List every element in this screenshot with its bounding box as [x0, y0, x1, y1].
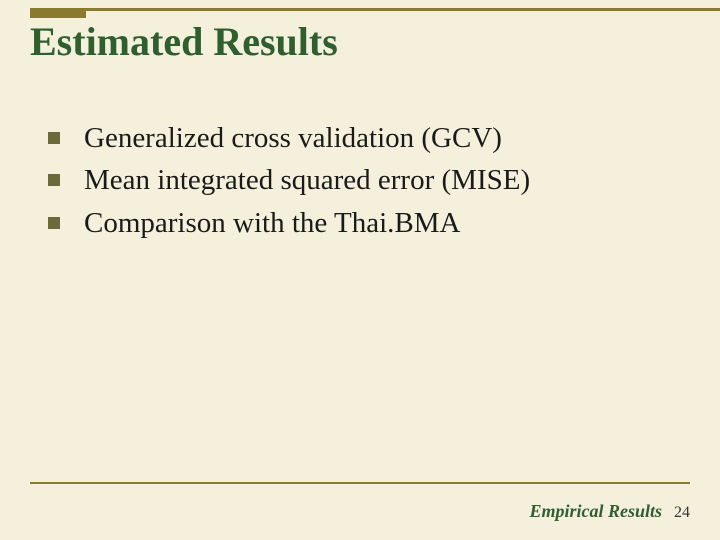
list-item: Generalized cross validation (GCV)	[48, 120, 680, 156]
square-bullet-icon	[48, 174, 60, 186]
bullet-text: Generalized cross validation (GCV)	[84, 120, 502, 156]
top-accent-block	[30, 8, 86, 18]
slide-title: Estimated Results	[30, 18, 338, 65]
slide: Estimated Results Generalized cross vali…	[0, 0, 720, 540]
square-bullet-icon	[48, 217, 60, 229]
bottom-rule	[30, 482, 690, 484]
bullet-text: Mean integrated squared error (MISE)	[84, 162, 530, 198]
list-item: Mean integrated squared error (MISE)	[48, 162, 680, 198]
bullet-text: Comparison with the Thai.BMA	[84, 205, 460, 241]
bullet-list: Generalized cross validation (GCV) Mean …	[48, 120, 680, 247]
list-item: Comparison with the Thai.BMA	[48, 205, 680, 241]
square-bullet-icon	[48, 132, 60, 144]
top-rule	[30, 8, 720, 11]
footer-section-label: Empirical Results	[529, 501, 662, 522]
page-number: 24	[674, 504, 690, 522]
footer: Empirical Results 24	[529, 501, 690, 522]
